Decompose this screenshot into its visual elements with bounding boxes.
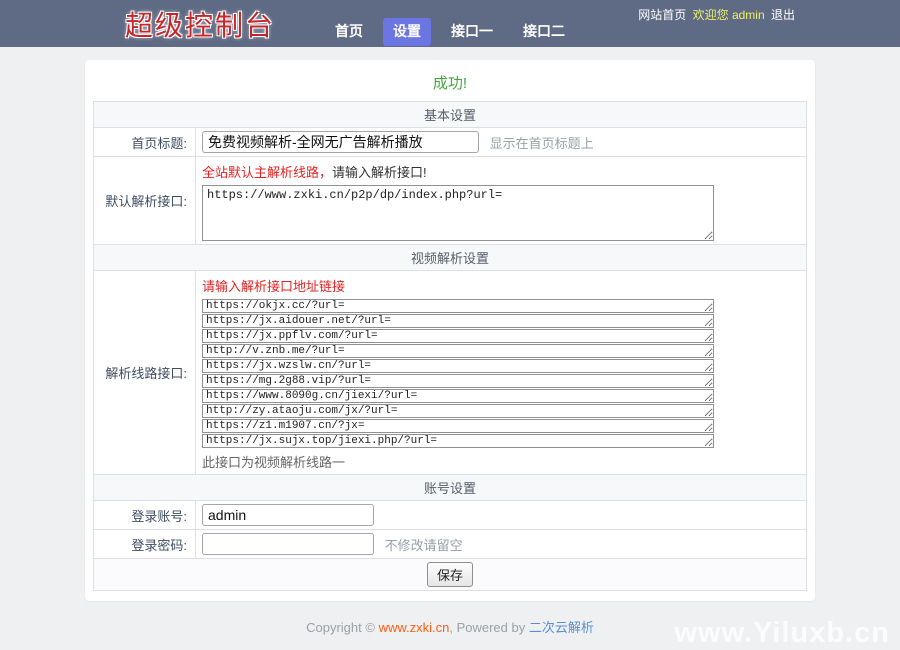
powered-text: , Powered by [449,620,529,635]
section-row-account: 账号设置 [94,475,807,501]
page-footer: Copyright © www.zxki.cn, Powered by 二次云解… [0,601,900,648]
save-button[interactable]: 保存 [427,562,473,587]
settings-table: 基本设置 首页标题: 显示在首页标题上 默认解析接口: 全站默认主解析线路，请输… [93,101,807,591]
home-title-row: 首页标题: 显示在首页标题上 [94,128,807,157]
home-title-label: 首页标题: [94,128,196,157]
watermark-text: www.Yiluxb.cn [675,617,891,650]
site-link[interactable]: www.zxki.cn [379,620,450,635]
section-title-basic: 基本设置 [94,102,807,128]
default-api-warning-red: 全站默认主解析线路， [202,165,332,180]
default-api-textarea[interactable]: https://www.zxki.cn/p2p/dp/index.php?url… [202,185,714,241]
username-input[interactable] [202,504,374,526]
section-row-basic: 基本设置 [94,102,807,128]
parse-lines-note: 此接口为视频解析线路一 [202,449,800,471]
parse-lines-warning: 请输入解析接口地址链接 [202,276,800,295]
password-label: 登录密码: [94,530,196,559]
parse-url-textarea[interactable] [202,299,714,313]
username-label: 登录账号: [94,501,196,530]
home-title-input[interactable] [202,131,479,153]
nav-item-api-two[interactable]: 接口二 [513,18,575,46]
powered-by-link[interactable]: 二次云解析 [529,620,594,635]
password-hint: 不修改请留空 [385,538,463,553]
parse-url-textarea[interactable] [202,419,714,433]
nav-item-home[interactable]: 首页 [325,18,373,46]
parse-url-textarea[interactable] [202,359,714,373]
success-message: 成功! [93,65,807,101]
main-nav: 首页设置接口一接口二 [0,18,900,46]
section-title-video: 视频解析设置 [94,245,807,271]
section-title-account: 账号设置 [94,475,807,501]
copyright-text: Copyright © [306,620,378,635]
section-row-video: 视频解析设置 [94,245,807,271]
password-input[interactable] [202,533,374,555]
parse-lines-label: 解析线路接口: [94,271,196,475]
nav-item-api-one[interactable]: 接口一 [441,18,503,46]
site-header: 超级控制台 网站首页 欢迎您 admin 退出 首页设置接口一接口二 [0,0,900,47]
parse-url-textarea[interactable] [202,374,714,388]
nav-item-settings[interactable]: 设置 [383,18,431,46]
username-row: 登录账号: [94,501,807,530]
parse-url-list [202,299,800,448]
parse-url-textarea[interactable] [202,344,714,358]
parse-url-textarea[interactable] [202,389,714,403]
default-api-label: 默认解析接口: [94,157,196,245]
default-api-row: 默认解析接口: 全站默认主解析线路，请输入解析接口! https://www.z… [94,157,807,245]
parse-url-textarea[interactable] [202,434,714,448]
save-row: 保存 [94,559,807,591]
parse-url-textarea[interactable] [202,404,714,418]
password-row: 登录密码: 不修改请留空 [94,530,807,559]
default-api-warning-plain: 请输入解析接口! [332,165,427,180]
settings-card: 成功! 基本设置 首页标题: 显示在首页标题上 默认解析接口: 全站默认主解析线… [85,60,815,601]
parse-lines-row: 解析线路接口: 请输入解析接口地址链接 此接口为视频解析线路一 [94,271,807,475]
home-title-hint: 显示在首页标题上 [490,136,594,151]
default-api-warning: 全站默认主解析线路，请输入解析接口! [202,162,800,181]
parse-url-textarea[interactable] [202,314,714,328]
parse-url-textarea[interactable] [202,329,714,343]
